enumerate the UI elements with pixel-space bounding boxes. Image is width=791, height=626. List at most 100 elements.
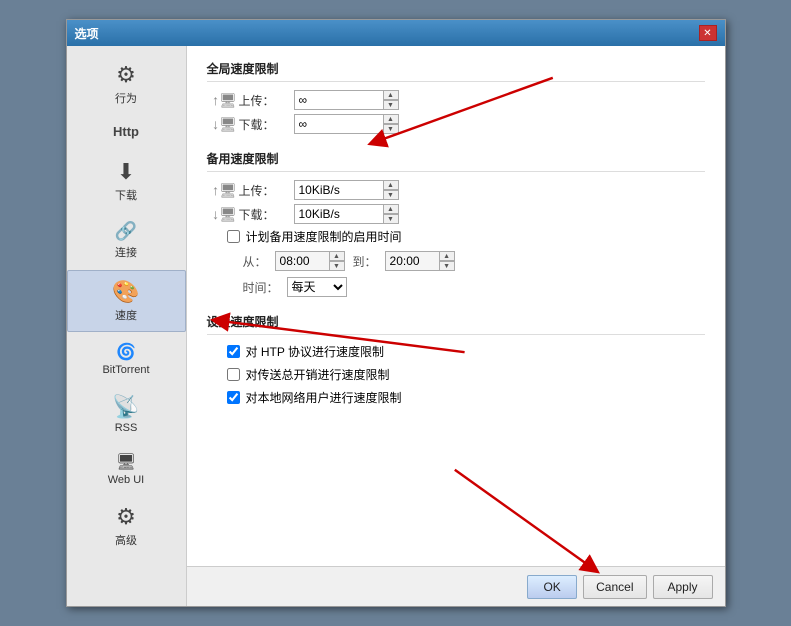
transfer-checkbox-row: 对传送总开销进行速度限制 bbox=[207, 366, 705, 383]
sidebar-label-behavior: 行为 bbox=[115, 90, 137, 106]
from-time-spinner: ▲ ▼ bbox=[275, 251, 345, 271]
to-time-up[interactable]: ▲ bbox=[439, 251, 455, 261]
sidebar-item-webui[interactable]: 🖥 Web UI bbox=[67, 444, 186, 494]
download-icon: ⬇ bbox=[117, 159, 135, 185]
freq-select[interactable]: 每天 bbox=[287, 277, 347, 297]
backup-download-spinner: ▲ ▼ bbox=[294, 204, 399, 224]
cancel-button[interactable]: Cancel bbox=[583, 575, 646, 599]
global-download-row: ↓🖥 下载： ▲ ▼ bbox=[207, 114, 705, 134]
sidebar-label-advanced: 高级 bbox=[115, 532, 137, 548]
apply-button[interactable]: Apply bbox=[653, 575, 713, 599]
from-label: 从： bbox=[243, 253, 267, 270]
sidebar-label-webui: Web UI bbox=[108, 474, 144, 486]
global-download-input[interactable] bbox=[294, 114, 384, 134]
global-download-spinner: ▲ ▼ bbox=[294, 114, 399, 134]
sidebar-item-connection[interactable]: 🔗 连接 bbox=[67, 213, 186, 268]
global-upload-up[interactable]: ▲ bbox=[383, 90, 399, 100]
local-checkbox-row: 对本地网络用户进行速度限制 bbox=[207, 389, 705, 406]
backup-upload-up[interactable]: ▲ bbox=[383, 180, 399, 190]
schedule-checkbox[interactable] bbox=[227, 230, 240, 243]
schedule-checkbox-row: 计划备用速度限制的启用时间 bbox=[207, 228, 705, 245]
to-time-spinbtns: ▲ ▼ bbox=[439, 251, 455, 271]
global-download-up[interactable]: ▲ bbox=[383, 114, 399, 124]
freq-row: 时间： 每天 bbox=[207, 277, 705, 297]
htp-label: 对 HTP 协议进行速度限制 bbox=[246, 343, 384, 360]
to-time-down[interactable]: ▼ bbox=[439, 261, 455, 271]
global-limit-section: 全局速度限制 ↑🖥 上传： ▲ ▼ bbox=[207, 60, 705, 134]
to-time-input[interactable] bbox=[385, 251, 440, 271]
from-time-spinbtns: ▲ ▼ bbox=[329, 251, 345, 271]
htp-checkbox[interactable] bbox=[227, 345, 240, 358]
time-range-row: 从： ▲ ▼ 到： bbox=[207, 251, 705, 271]
from-time-down[interactable]: ▼ bbox=[329, 261, 345, 271]
backup-download-spinbtns: ▲ ▼ bbox=[383, 204, 399, 224]
sidebar-label-download: 下载 bbox=[115, 187, 137, 203]
sidebar-label-speed: 速度 bbox=[115, 307, 137, 323]
backup-upload-input[interactable] bbox=[294, 180, 384, 200]
htp-checkbox-row: 对 HTP 协议进行速度限制 bbox=[207, 343, 705, 360]
backup-limit-section: 备用速度限制 ↑🖥 上传： ▲ ▼ bbox=[207, 150, 705, 297]
sidebar-item-speed[interactable]: 🎨 速度 bbox=[67, 270, 186, 332]
content-area: 全局速度限制 ↑🖥 上传： ▲ ▼ bbox=[187, 46, 725, 566]
to-time-spinner: ▲ ▼ bbox=[385, 251, 455, 271]
transfer-label: 对传送总开销进行速度限制 bbox=[246, 366, 390, 383]
backup-upload-spinbtns: ▲ ▼ bbox=[383, 180, 399, 200]
global-download-spinbtns: ▲ ▼ bbox=[383, 114, 399, 134]
local-checkbox[interactable] bbox=[227, 391, 240, 404]
sidebar-label-bittorrent: BitTorrent bbox=[102, 364, 149, 376]
webui-icon: 🖥 bbox=[116, 452, 136, 472]
sidebar-label-connection: 连接 bbox=[115, 244, 137, 260]
backup-download-up[interactable]: ▲ bbox=[383, 204, 399, 214]
global-limit-title: 全局速度限制 bbox=[207, 60, 705, 82]
speed-icon: 🎨 bbox=[112, 279, 139, 305]
from-time-input[interactable] bbox=[275, 251, 330, 271]
global-upload-spinbtns: ▲ ▼ bbox=[383, 90, 399, 110]
bottom-bar: OK Cancel Apply bbox=[187, 566, 725, 606]
backup-download-label: 下载： bbox=[239, 206, 294, 223]
backup-upload-label: 上传： bbox=[239, 182, 294, 199]
window-body: ⚙ 行为 Http Http ⬇ 下载 🔗 连接 🎨 速度 bbox=[67, 46, 725, 606]
title-controls: ✕ bbox=[699, 25, 717, 41]
global-upload-spinner: ▲ ▼ bbox=[294, 90, 399, 110]
backup-download-input[interactable] bbox=[294, 204, 384, 224]
global-download-icon: ↓🖥 bbox=[211, 116, 239, 133]
global-download-down[interactable]: ▼ bbox=[383, 124, 399, 134]
from-time-up[interactable]: ▲ bbox=[329, 251, 345, 261]
backup-upload-icon: ↑🖥 bbox=[211, 182, 239, 199]
ok-button[interactable]: OK bbox=[527, 575, 577, 599]
backup-download-down[interactable]: ▼ bbox=[383, 214, 399, 224]
sidebar-item-rss[interactable]: 📡 RSS bbox=[67, 386, 186, 442]
connection-icon: 🔗 bbox=[115, 221, 137, 242]
transfer-checkbox[interactable] bbox=[227, 368, 240, 381]
schedule-label: 计划备用速度限制的启用时间 bbox=[246, 228, 402, 245]
sidebar: ⚙ 行为 Http Http ⬇ 下载 🔗 连接 🎨 速度 bbox=[67, 46, 187, 606]
settings-limit-section: 设置速度限制 对 HTP 协议进行速度限制 对传送总开销进行速度限制 对本地网络… bbox=[207, 313, 705, 406]
global-upload-label: 上传： bbox=[239, 92, 294, 109]
sidebar-item-download[interactable]: ⬇ 下载 bbox=[67, 151, 186, 211]
time-label: 时间： bbox=[243, 279, 279, 296]
local-label: 对本地网络用户进行速度限制 bbox=[246, 389, 402, 406]
backup-upload-down[interactable]: ▼ bbox=[383, 190, 399, 200]
backup-download-icon: ↓🖥 bbox=[211, 206, 239, 223]
sidebar-label-rss: RSS bbox=[115, 422, 138, 434]
backup-upload-spinner: ▲ ▼ bbox=[294, 180, 399, 200]
global-download-label: 下载： bbox=[239, 116, 294, 133]
options-window: 选项 ✕ ⚙ 行为 Http Http ⬇ 下载 🔗 bbox=[66, 19, 726, 607]
sidebar-item-bittorrent[interactable]: 🌀 BitTorrent bbox=[67, 334, 186, 384]
upload-icon: ↑🖥 bbox=[211, 92, 239, 109]
backup-download-row: ↓🖥 下载： ▲ ▼ bbox=[207, 204, 705, 224]
global-upload-row: ↑🖥 上传： ▲ ▼ bbox=[207, 90, 705, 110]
global-upload-input[interactable] bbox=[294, 90, 384, 110]
sidebar-item-advanced[interactable]: ⚙ 高级 bbox=[67, 496, 186, 556]
behavior-icon: ⚙ bbox=[116, 62, 136, 88]
sidebar-item-http[interactable]: Http Http bbox=[67, 116, 186, 149]
backup-limit-title: 备用速度限制 bbox=[207, 150, 705, 172]
sidebar-item-behavior[interactable]: ⚙ 行为 bbox=[67, 54, 186, 114]
to-label: 到： bbox=[353, 253, 377, 270]
global-upload-down[interactable]: ▼ bbox=[383, 100, 399, 110]
window-title: 选项 bbox=[75, 25, 99, 42]
advanced-icon: ⚙ bbox=[116, 504, 136, 530]
close-button[interactable]: ✕ bbox=[699, 25, 717, 41]
bittorrent-icon: 🌀 bbox=[116, 342, 136, 362]
title-bar: 选项 ✕ bbox=[67, 20, 725, 46]
